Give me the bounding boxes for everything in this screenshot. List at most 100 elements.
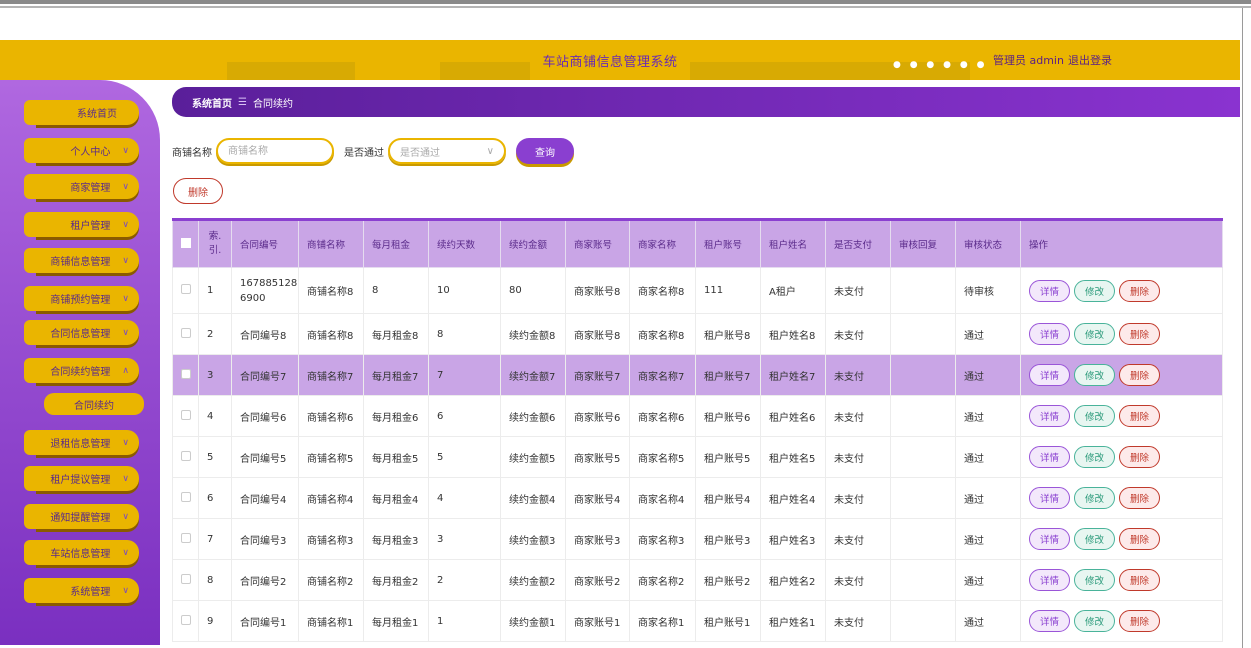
edit-button[interactable]: 修改: [1074, 569, 1115, 591]
batch-delete-button[interactable]: 删除: [173, 178, 223, 204]
chevron-down-icon: ∨: [122, 255, 129, 266]
sidebar-item-12[interactable]: 系统管理 ∨: [24, 578, 139, 603]
detail-button[interactable]: 详情: [1029, 405, 1070, 427]
cell-idx: 7: [198, 518, 232, 560]
checkbox-icon[interactable]: [181, 614, 191, 625]
sidebar-item-3[interactable]: 租户管理 ∨: [24, 212, 139, 237]
delete-button[interactable]: 删除: [1119, 487, 1160, 509]
row-checkbox-cell[interactable]: [172, 354, 199, 396]
sidebar-item-7[interactable]: 合同续约管理 ∧: [24, 358, 139, 383]
cell-tenant_name: 租户姓名8: [760, 313, 826, 355]
checkbox-icon[interactable]: [181, 237, 191, 248]
delete-button[interactable]: 删除: [1119, 364, 1160, 386]
cell-merchant_name: 商家名称6: [629, 395, 696, 437]
detail-button[interactable]: 详情: [1029, 487, 1070, 509]
table-row[interactable]: 4 合同编号6 商铺名称6 每月租金6 6 续约金额6 商家账号6 商家名称6 租户账号6 租户姓…: [172, 395, 1223, 437]
delete-button[interactable]: 删除: [1119, 279, 1160, 302]
row-checkbox-cell[interactable]: [172, 395, 199, 437]
delete-button[interactable]: 删除: [1119, 446, 1160, 468]
checkbox-icon[interactable]: [181, 409, 191, 420]
sidebar-item-5[interactable]: 商铺预约管理 ∨: [24, 286, 139, 311]
edit-button[interactable]: 修改: [1074, 446, 1115, 468]
row-checkbox-cell[interactable]: [172, 559, 199, 601]
edit-button[interactable]: 修改: [1074, 279, 1115, 302]
sidebar-item-0[interactable]: 系统首页: [24, 100, 139, 125]
query-button[interactable]: 查询: [516, 138, 574, 164]
detail-button[interactable]: 详情: [1029, 279, 1070, 302]
cell-tenant_acc: 租户账号5: [695, 436, 761, 478]
checkbox-icon[interactable]: [181, 532, 191, 543]
detail-button[interactable]: 详情: [1029, 528, 1070, 550]
cell-status: 通过: [955, 559, 1021, 601]
sidebar-item-11[interactable]: 车站信息管理 ∨: [24, 540, 139, 565]
row-checkbox-cell[interactable]: [172, 518, 199, 560]
data-table: 索. 引. 合同编号 商铺名称 每月租金 续约天数 续约金额 商家账号 商家名称 …: [172, 218, 1223, 642]
edit-button[interactable]: 修改: [1074, 364, 1115, 386]
row-checkbox-cell[interactable]: [172, 477, 199, 519]
checkbox-icon[interactable]: [181, 491, 191, 502]
delete-button[interactable]: 删除: [1119, 323, 1160, 345]
cell-merchant_name: 商家名称3: [629, 518, 696, 560]
sidebar-item-label: 商铺预约管理: [50, 295, 111, 306]
shop-name-input[interactable]: [216, 138, 334, 164]
sidebar-item-9[interactable]: 租户提议管理 ∨: [24, 466, 139, 491]
detail-button[interactable]: 详情: [1029, 364, 1070, 386]
checkbox-icon[interactable]: [181, 284, 191, 294]
checkbox-icon[interactable]: [181, 450, 191, 461]
sidebar-item-1[interactable]: 个人中心 ∨: [24, 138, 139, 163]
sidebar-item-10[interactable]: 通知提醒管理 ∨: [24, 504, 139, 529]
delete-button[interactable]: 删除: [1119, 528, 1160, 550]
detail-button[interactable]: 详情: [1029, 610, 1070, 632]
edit-button[interactable]: 修改: [1074, 405, 1115, 427]
sidebar-subitem-contract-renewal[interactable]: 合同续约: [44, 393, 144, 415]
table-row[interactable]: 2 合同编号8 商铺名称8 每月租金8 8 续约金额8 商家账号8 商家名称8 租户账号8 租户姓…: [172, 313, 1223, 355]
table-row[interactable]: 7 合同编号3 商铺名称3 每月租金3 3 续约金额3 商家账号3 商家名称3 租户账号3 租户姓…: [172, 518, 1223, 560]
cell-merchant_name: 商家名称8: [629, 267, 696, 314]
edit-button[interactable]: 修改: [1074, 323, 1115, 345]
checkbox-icon[interactable]: [181, 327, 191, 338]
chevron-down-icon: ∨: [122, 181, 129, 192]
delete-button[interactable]: 删除: [1119, 569, 1160, 591]
edit-button[interactable]: 修改: [1074, 487, 1115, 509]
table-row[interactable]: 5 合同编号5 商铺名称5 每月租金5 5 续约金额5 商家账号5 商家名称5 租户账号5 租户姓…: [172, 436, 1223, 478]
checkbox-icon[interactable]: [181, 368, 191, 379]
sidebar-item-label: 租户管理: [70, 221, 111, 232]
sidebar-item-label: 租户提议管理: [50, 475, 111, 486]
pass-select[interactable]: 是否通过 ∨: [388, 138, 506, 164]
table-row[interactable]: 9 合同编号1 商铺名称1 每月租金1 1 续约金额1 商家账号1 商家名称1 租户账号1 租户姓…: [172, 600, 1223, 642]
table-header-row: 索. 引. 合同编号 商铺名称 每月租金 续约天数 续约金额 商家账号 商家名称 …: [172, 219, 1223, 268]
detail-button[interactable]: 详情: [1029, 323, 1070, 345]
edit-button[interactable]: 修改: [1074, 610, 1115, 632]
cell-tenant_acc: 租户账号8: [695, 313, 761, 355]
cell-merchant_name: 商家名称7: [629, 354, 696, 396]
sidebar-item-6[interactable]: 合同信息管理 ∨: [24, 320, 139, 345]
detail-button[interactable]: 详情: [1029, 569, 1070, 591]
sidebar-item-4[interactable]: 商铺信息管理 ∨: [24, 248, 139, 273]
sidebar-item-label: 商铺信息管理: [50, 257, 111, 268]
cell-amount: 续约金额5: [500, 436, 566, 478]
table-row[interactable]: 3 合同编号7 商铺名称7 每月租金7 7 续约金额7 商家账号7 商家名称7 租户账号7 租户姓…: [172, 354, 1223, 396]
select-all-header[interactable]: [172, 219, 199, 268]
cell-tenant_acc: 租户账号2: [695, 559, 761, 601]
edit-button[interactable]: 修改: [1074, 528, 1115, 550]
cell-tenant_acc: 租户账号7: [695, 354, 761, 396]
cell-days: 10: [428, 267, 501, 314]
cell-merchant_acc: 商家账号3: [565, 518, 630, 560]
table-row[interactable]: 6 合同编号4 商铺名称4 每月租金4 4 续约金额4 商家账号4 商家名称4 租户账号4 租户姓…: [172, 477, 1223, 519]
sidebar-item-2[interactable]: 商家管理 ∨: [24, 174, 139, 199]
row-checkbox-cell[interactable]: [172, 436, 199, 478]
delete-button[interactable]: 删除: [1119, 405, 1160, 427]
detail-button[interactable]: 详情: [1029, 446, 1070, 468]
row-checkbox-cell[interactable]: [172, 267, 199, 314]
browser-top-strip: [0, 0, 1251, 40]
row-checkbox-cell[interactable]: [172, 313, 199, 355]
cell-shop: 商铺名称1: [298, 600, 364, 642]
logout-link[interactable]: 退出登录: [1068, 52, 1112, 68]
delete-button[interactable]: 删除: [1119, 610, 1160, 632]
table-row[interactable]: 8 合同编号2 商铺名称2 每月租金2 2 续约金额2 商家账号2 商家名称2 租户账号2 租户姓…: [172, 559, 1223, 601]
table-row[interactable]: 1 1678851286900 商铺名称8 8 10 80 商家账号8 商家名称8 111 A租户…: [172, 267, 1223, 314]
row-checkbox-cell[interactable]: [172, 600, 199, 642]
checkbox-icon[interactable]: [181, 573, 191, 584]
breadcrumb-home[interactable]: 系统首页: [192, 95, 232, 110]
sidebar-item-8[interactable]: 退租信息管理 ∨: [24, 430, 139, 455]
